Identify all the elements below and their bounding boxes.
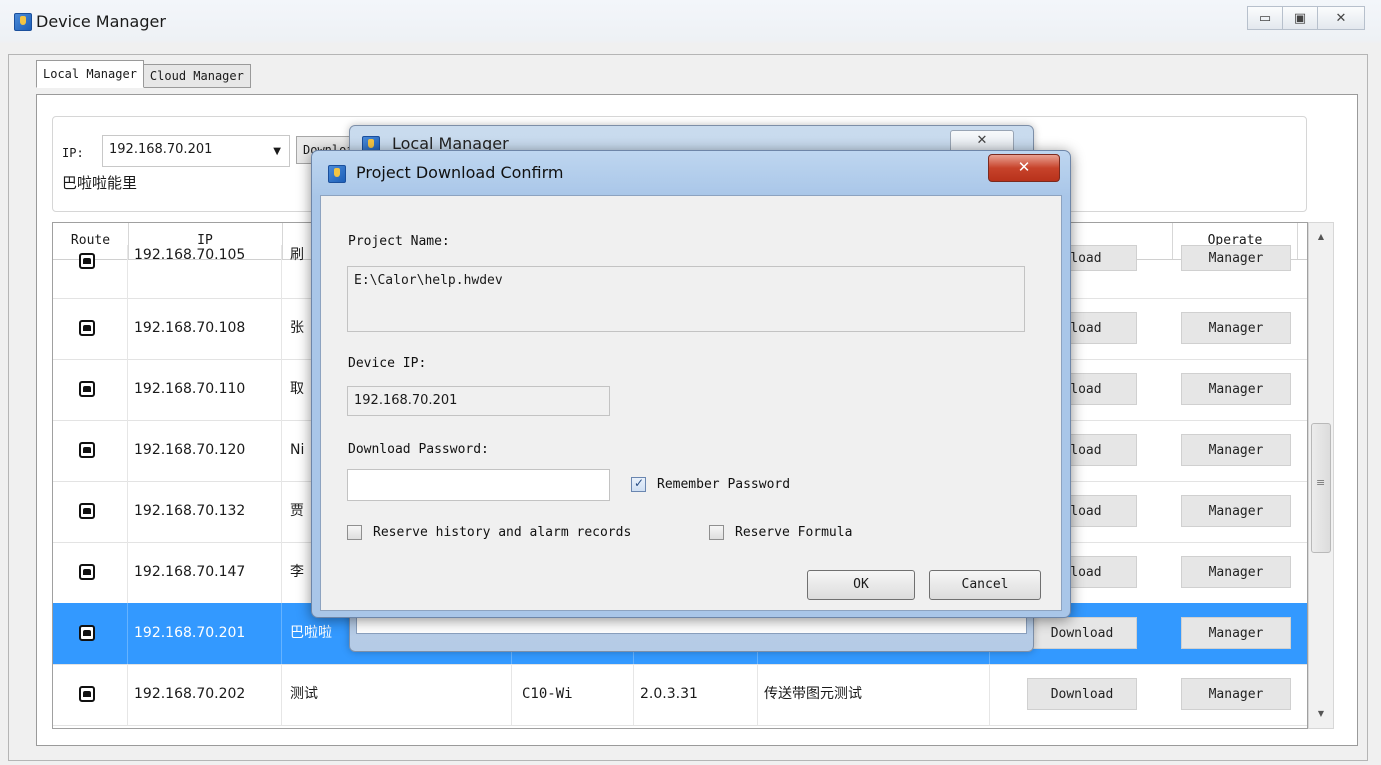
- app-icon: [328, 165, 346, 183]
- route-cell: [53, 245, 128, 298]
- cell-ip: 192.168.70.202: [128, 664, 282, 725]
- reserve-formula-checkbox[interactable]: [709, 525, 724, 540]
- row-manager-button[interactable]: Manager: [1181, 245, 1291, 271]
- download-password-input[interactable]: [347, 469, 610, 501]
- row-manager-button[interactable]: Manager: [1181, 678, 1291, 710]
- device-ip-field[interactable]: 192.168.70.201: [347, 386, 610, 416]
- app-icon: [14, 13, 32, 31]
- table-vertical-scrollbar[interactable]: ▲ ▼: [1308, 222, 1334, 729]
- title-bar[interactable]: Device Manager ▭ ▣ ✕: [0, 0, 1381, 48]
- ok-button[interactable]: OK: [807, 570, 915, 600]
- route-cell: [53, 420, 128, 481]
- dialog-title: Project Download Confirm: [356, 163, 564, 182]
- table-row[interactable]: 192.168.70.202 测试 C10-Wi 2.0.3.31 传送带图元测试 Dow…: [53, 664, 1307, 726]
- cell-ip: 192.168.70.105: [128, 245, 282, 298]
- cell-model: C10-Wi: [512, 664, 634, 725]
- cell-ip: 192.168.70.120: [128, 420, 282, 481]
- route-cell: [53, 542, 128, 603]
- route-cell: [53, 603, 128, 664]
- minimize-button[interactable]: ▭: [1247, 6, 1283, 30]
- ip-label: IP:: [62, 146, 84, 160]
- cancel-button[interactable]: Cancel: [929, 570, 1041, 600]
- remember-password-checkbox[interactable]: [631, 476, 646, 492]
- network-route-icon: [79, 442, 95, 458]
- network-route-icon: [79, 381, 95, 397]
- maximize-button[interactable]: ▣: [1282, 6, 1318, 30]
- tab-local-manager[interactable]: Local Manager: [36, 60, 144, 88]
- cell-ip: 192.168.70.147: [128, 542, 282, 603]
- reserve-history-label[interactable]: Reserve history and alarm records: [373, 525, 631, 540]
- row-download-button[interactable]: Download: [1027, 617, 1137, 649]
- device-name-label: 巴啦啦能里: [62, 174, 138, 192]
- cell-ip: 192.168.70.108: [128, 298, 282, 359]
- scroll-thumb[interactable]: [1311, 423, 1331, 553]
- route-cell: [53, 664, 128, 725]
- dialog-body: Project Name: E:\Calor\help.hwdev Device…: [320, 195, 1062, 611]
- window-title: Device Manager: [36, 12, 166, 31]
- row-manager-button[interactable]: Manager: [1181, 495, 1291, 527]
- ip-select-value: 192.168.70.201: [109, 142, 213, 157]
- row-download-button[interactable]: Download: [1027, 678, 1137, 710]
- project-download-confirm-dialog: Project Download Confirm ✕ Project Name:…: [311, 150, 1071, 618]
- reserve-formula-label[interactable]: Reserve Formula: [735, 525, 852, 540]
- dialog-close-button[interactable]: ✕: [988, 154, 1060, 182]
- local-manager-content: [356, 616, 1027, 634]
- cell-name: 测试: [282, 664, 512, 725]
- route-cell: [53, 359, 128, 420]
- reserve-history-checkbox[interactable]: [347, 525, 362, 540]
- network-route-icon: [79, 503, 95, 519]
- row-manager-button[interactable]: Manager: [1181, 373, 1291, 405]
- cell-project: 传送带图元测试: [758, 664, 990, 725]
- network-route-icon: [79, 686, 95, 702]
- download-password-label: Download Password:: [348, 442, 489, 457]
- ip-select[interactable]: 192.168.70.201 ▼: [102, 135, 290, 167]
- cell-ip: 192.168.70.132: [128, 481, 282, 542]
- route-cell: [53, 481, 128, 542]
- cell-ip: 192.168.70.201: [128, 603, 282, 664]
- network-route-icon: [79, 564, 95, 580]
- route-cell: [53, 298, 128, 359]
- network-route-icon: [79, 625, 95, 641]
- remember-password-label[interactable]: Remember Password: [657, 477, 790, 492]
- scroll-up-icon[interactable]: ▲: [1309, 227, 1333, 247]
- project-name-label: Project Name:: [348, 234, 450, 249]
- network-route-icon: [79, 253, 95, 269]
- tab-bar: Local Manager Cloud Manager: [36, 60, 251, 88]
- tab-cloud-manager[interactable]: Cloud Manager: [142, 64, 251, 88]
- cell-version: 2.0.3.31: [634, 664, 758, 725]
- project-name-field[interactable]: E:\Calor\help.hwdev: [347, 266, 1025, 332]
- close-button[interactable]: ✕: [1317, 6, 1365, 30]
- chevron-down-icon: ▼: [273, 146, 281, 157]
- scroll-down-icon[interactable]: ▼: [1309, 704, 1333, 724]
- row-manager-button[interactable]: Manager: [1181, 617, 1291, 649]
- cell-ip: 192.168.70.110: [128, 359, 282, 420]
- row-manager-button[interactable]: Manager: [1181, 312, 1291, 344]
- row-manager-button[interactable]: Manager: [1181, 556, 1291, 588]
- row-manager-button[interactable]: Manager: [1181, 434, 1291, 466]
- network-route-icon: [79, 320, 95, 336]
- device-ip-label: Device IP:: [348, 356, 427, 371]
